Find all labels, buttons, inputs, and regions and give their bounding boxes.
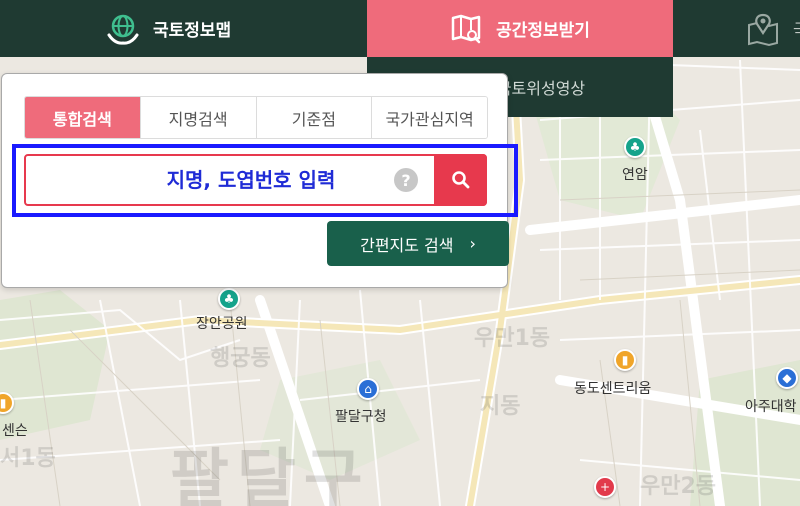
- nav-active-label: 공간정보받기: [496, 21, 590, 41]
- map-label-dongdo: 동도센트리움: [574, 381, 652, 397]
- help-icon[interactable]: ?: [394, 168, 418, 192]
- map-search-icon: [451, 14, 481, 43]
- chevron-right-icon: ›: [469, 234, 476, 253]
- map-label-jangan-park: 장안공원: [196, 316, 248, 332]
- school-poi-icon[interactable]: ◆: [776, 367, 798, 389]
- search-input[interactable]: [26, 156, 436, 204]
- park-poi-icon[interactable]: ♣: [624, 136, 646, 158]
- nav-home-label: 국토정보맵: [153, 21, 232, 41]
- nav-right-label: 국: [793, 16, 800, 41]
- map-label-yeonam: 연암: [622, 167, 648, 183]
- map-label-umandong1: 우만1동: [474, 326, 551, 351]
- search-button[interactable]: [434, 154, 487, 206]
- office-poi-icon[interactable]: ⌂: [357, 378, 379, 400]
- search-icon: [451, 171, 469, 189]
- map-label-paldalgu-office: 팔달구청: [335, 409, 387, 425]
- map-label-paldalgu: 팔달구: [170, 443, 371, 506]
- nav-location-link[interactable]: 국: [745, 0, 800, 57]
- map-label-gwangseo: 서1동: [0, 446, 56, 471]
- map-label-ajou: 아주대학: [745, 399, 797, 415]
- top-nav: 국토정보맵 공간정보받기 국: [0, 0, 800, 57]
- simple-map-search-button[interactable]: 간편지도 검색 ›: [327, 221, 509, 266]
- map-label-jidong: 지동: [480, 394, 521, 419]
- tab-area-of-interest[interactable]: 국가관심지역: [372, 97, 487, 138]
- tab-reference-point[interactable]: 기준점: [256, 97, 373, 138]
- globe-hand-icon: [107, 14, 139, 45]
- search-tabs: 통합검색 지명검색 기준점 국가관심지역: [24, 96, 488, 139]
- nav-spatial-download-tab[interactable]: 공간정보받기: [367, 0, 673, 57]
- search-panel: 통합검색 지명검색 기준점 국가관심지역 ? 간편지도 검색 ›: [1, 73, 518, 288]
- nav-home-link[interactable]: 국토정보맵: [105, 0, 231, 57]
- hospital-poi-icon[interactable]: +: [594, 476, 616, 498]
- dropdown-satellite-label: 국토위성영상: [496, 79, 586, 98]
- tab-place-name-search[interactable]: 지명검색: [140, 97, 257, 138]
- map-pin-icon: [748, 13, 778, 46]
- map-label-umandong2: 우만2동: [640, 474, 717, 499]
- building-poi-icon[interactable]: ▮: [614, 349, 636, 371]
- map-label-sanseon: 센슨: [2, 423, 28, 439]
- park-poi-icon[interactable]: ♣: [218, 288, 240, 310]
- tab-integrated-search[interactable]: 통합검색: [25, 97, 141, 138]
- simple-map-search-label: 간편지도 검색: [360, 235, 454, 255]
- search-field: ?: [24, 154, 487, 206]
- map-label-haenggung: 행궁동: [210, 346, 271, 371]
